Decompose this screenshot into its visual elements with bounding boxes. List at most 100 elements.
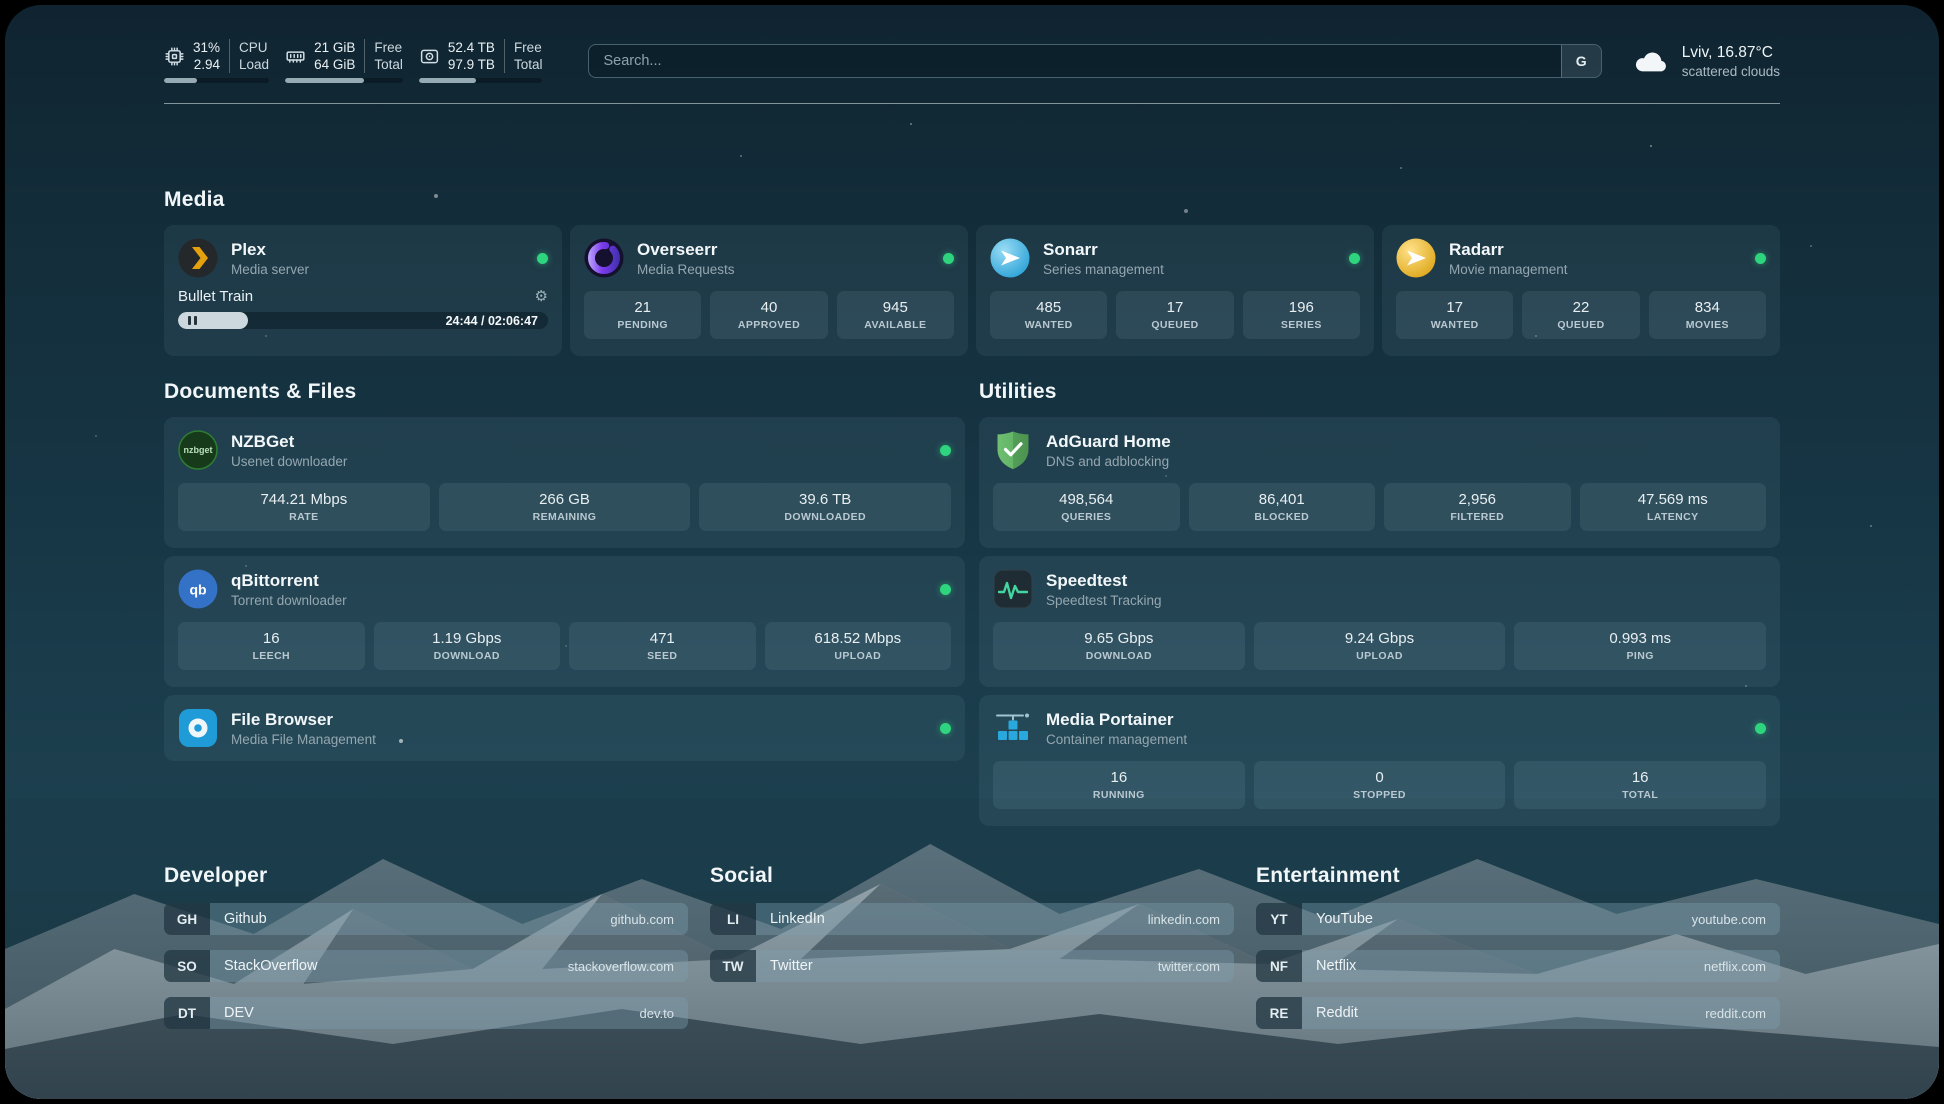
cpu-load: 2.94 bbox=[194, 56, 220, 73]
weather-widget: Lviv, 16.87°C scattered clouds bbox=[1632, 44, 1780, 79]
service-card-qbittorrent[interactable]: qb qBittorrent Torrent downloader 16 bbox=[164, 556, 965, 687]
service-subtitle: Media server bbox=[231, 262, 309, 277]
service-subtitle: Media File Management bbox=[231, 732, 376, 747]
radarr-icon bbox=[1396, 238, 1436, 278]
section-title-utilities: Utilities bbox=[979, 380, 1780, 404]
service-card-nzbget[interactable]: nzbget NZBGet Usenet downloader 744.21 M… bbox=[164, 417, 965, 548]
bookmark-abbr: RE bbox=[1256, 997, 1302, 1029]
bookmark-name: LinkedIn bbox=[770, 911, 825, 927]
svg-text:qb: qb bbox=[189, 582, 206, 598]
service-title: Speedtest bbox=[1046, 571, 1162, 591]
stat-box: 86,401 BLOCKED bbox=[1189, 483, 1376, 531]
bookmark-name: YouTube bbox=[1316, 911, 1373, 927]
media-card-grid: Plex Media server Bullet Train ⚙ 24:44 bbox=[164, 225, 1780, 356]
disk-total: 97.9 TB bbox=[448, 56, 495, 73]
stat-box: 498,564 QUERIES bbox=[993, 483, 1180, 531]
search-provider-button[interactable]: G bbox=[1561, 45, 1601, 77]
dashboard: 31% 2.94 CPU Load bbox=[5, 5, 1939, 1099]
stat-box: 196 SERIES bbox=[1243, 291, 1360, 339]
bookmark-reddit[interactable]: RE Reddit reddit.com bbox=[1256, 997, 1780, 1029]
bookmark-group-developer: Developer GH Github github.com SO StackO… bbox=[164, 864, 688, 1029]
stat-box: 9.65 Gbps DOWNLOAD bbox=[993, 622, 1245, 670]
bookmark-twitter[interactable]: TW Twitter twitter.com bbox=[710, 950, 1234, 982]
service-title: NZBGet bbox=[231, 432, 347, 452]
bookmark-url: linkedin.com bbox=[1148, 912, 1234, 927]
stat-box: 17 QUEUED bbox=[1116, 291, 1233, 339]
service-subtitle: Container management bbox=[1046, 732, 1187, 747]
plex-icon bbox=[178, 238, 218, 278]
bookmark-group-social: Social LI LinkedIn linkedin.com TW Twitt… bbox=[710, 864, 1234, 1029]
bookmark-url: reddit.com bbox=[1705, 1006, 1780, 1021]
service-card-adguard[interactable]: AdGuard Home DNS and adblocking 498,564 … bbox=[979, 417, 1780, 548]
cpu-load-label: Load bbox=[239, 56, 269, 73]
bookmark-abbr: NF bbox=[1256, 950, 1302, 982]
status-dot bbox=[537, 253, 548, 264]
disk-free-label: Free bbox=[514, 39, 542, 56]
cpu-percent: 31% bbox=[193, 39, 220, 56]
section-title-media: Media bbox=[164, 188, 1780, 212]
stat-box: 0.993 ms PING bbox=[1514, 622, 1766, 670]
stat-box: 47.569 ms LATENCY bbox=[1580, 483, 1767, 531]
stat-box: 744.21 Mbps RATE bbox=[178, 483, 430, 531]
service-title: AdGuard Home bbox=[1046, 432, 1171, 452]
cpu-label: CPU bbox=[239, 39, 268, 56]
section-title-documents: Documents & Files bbox=[164, 380, 965, 404]
disk-total-label: Total bbox=[514, 56, 543, 73]
section-title-social: Social bbox=[710, 864, 1234, 888]
memory-free-label: Free bbox=[374, 39, 402, 56]
service-card-portainer[interactable]: Media Portainer Container management 16 … bbox=[979, 695, 1780, 826]
service-subtitle: Torrent downloader bbox=[231, 593, 347, 608]
stat-box: 471 SEED bbox=[569, 622, 756, 670]
top-bar: 31% 2.94 CPU Load bbox=[164, 39, 1780, 83]
bookmark-stackoverflow[interactable]: SO StackOverflow stackoverflow.com bbox=[164, 950, 688, 982]
status-dot bbox=[1755, 723, 1766, 734]
bookmark-netflix[interactable]: NF Netflix netflix.com bbox=[1256, 950, 1780, 982]
stat-box: 834 MOVIES bbox=[1649, 291, 1766, 339]
status-dot bbox=[940, 723, 951, 734]
bookmark-name: DEV bbox=[224, 1005, 254, 1021]
playback-time: 24:44 / 02:06:47 bbox=[446, 314, 538, 328]
adguard-icon bbox=[993, 430, 1033, 470]
status-dot bbox=[943, 253, 954, 264]
bookmark-youtube[interactable]: YT YouTube youtube.com bbox=[1256, 903, 1780, 935]
bookmark-github[interactable]: GH Github github.com bbox=[164, 903, 688, 935]
service-title: Sonarr bbox=[1043, 240, 1164, 260]
cpu-widget: 31% 2.94 CPU Load bbox=[164, 39, 269, 83]
section-title-entertainment: Entertainment bbox=[1256, 864, 1780, 888]
service-subtitle: DNS and adblocking bbox=[1046, 454, 1171, 469]
service-card-radarr[interactable]: Radarr Movie management 17 WANTED 22 QUE… bbox=[1382, 225, 1780, 356]
service-title: qBittorrent bbox=[231, 571, 347, 591]
memory-icon bbox=[285, 46, 306, 67]
weather-condition: scattered clouds bbox=[1682, 64, 1780, 79]
bookmark-name: Reddit bbox=[1316, 1005, 1358, 1021]
stat-box: 21 PENDING bbox=[584, 291, 701, 339]
stat-box: 0 STOPPED bbox=[1254, 761, 1506, 809]
bookmark-url: twitter.com bbox=[1158, 959, 1234, 974]
status-dot bbox=[1349, 253, 1360, 264]
bookmark-dev[interactable]: DT DEV dev.to bbox=[164, 997, 688, 1029]
cpu-icon bbox=[164, 46, 185, 67]
service-card-overseerr[interactable]: Overseerr Media Requests 21 PENDING 40 A… bbox=[570, 225, 968, 356]
disk-widget: 52.4 TB 97.9 TB Free Total bbox=[419, 39, 543, 83]
svg-text:nzbget: nzbget bbox=[184, 445, 213, 455]
service-card-sonarr[interactable]: Sonarr Series management 485 WANTED 17 Q… bbox=[976, 225, 1374, 356]
search-input[interactable] bbox=[589, 45, 1560, 77]
bookmark-linkedin[interactable]: LI LinkedIn linkedin.com bbox=[710, 903, 1234, 935]
cloud-icon bbox=[1632, 46, 1670, 76]
service-title: Overseerr bbox=[637, 240, 735, 260]
gear-icon[interactable]: ⚙ bbox=[535, 289, 548, 304]
service-card-plex[interactable]: Plex Media server Bullet Train ⚙ 24:44 bbox=[164, 225, 562, 356]
bookmark-url: stackoverflow.com bbox=[568, 959, 688, 974]
bookmark-name: StackOverflow bbox=[224, 958, 317, 974]
header-divider bbox=[164, 103, 1780, 104]
service-card-speedtest[interactable]: Speedtest Speedtest Tracking 9.65 Gbps D… bbox=[979, 556, 1780, 687]
disk-progress-bar bbox=[419, 78, 543, 83]
snow-specks bbox=[5, 5, 7, 7]
bookmark-name: Twitter bbox=[770, 958, 813, 974]
service-card-filebrowser[interactable]: File Browser Media File Management bbox=[164, 695, 965, 761]
memory-progress-bar bbox=[285, 78, 403, 83]
service-subtitle: Movie management bbox=[1449, 262, 1568, 277]
bookmark-name: Github bbox=[224, 911, 267, 927]
stat-box: 39.6 TB DOWNLOADED bbox=[699, 483, 951, 531]
memory-widget: 21 GiB 64 GiB Free Total bbox=[285, 39, 403, 83]
